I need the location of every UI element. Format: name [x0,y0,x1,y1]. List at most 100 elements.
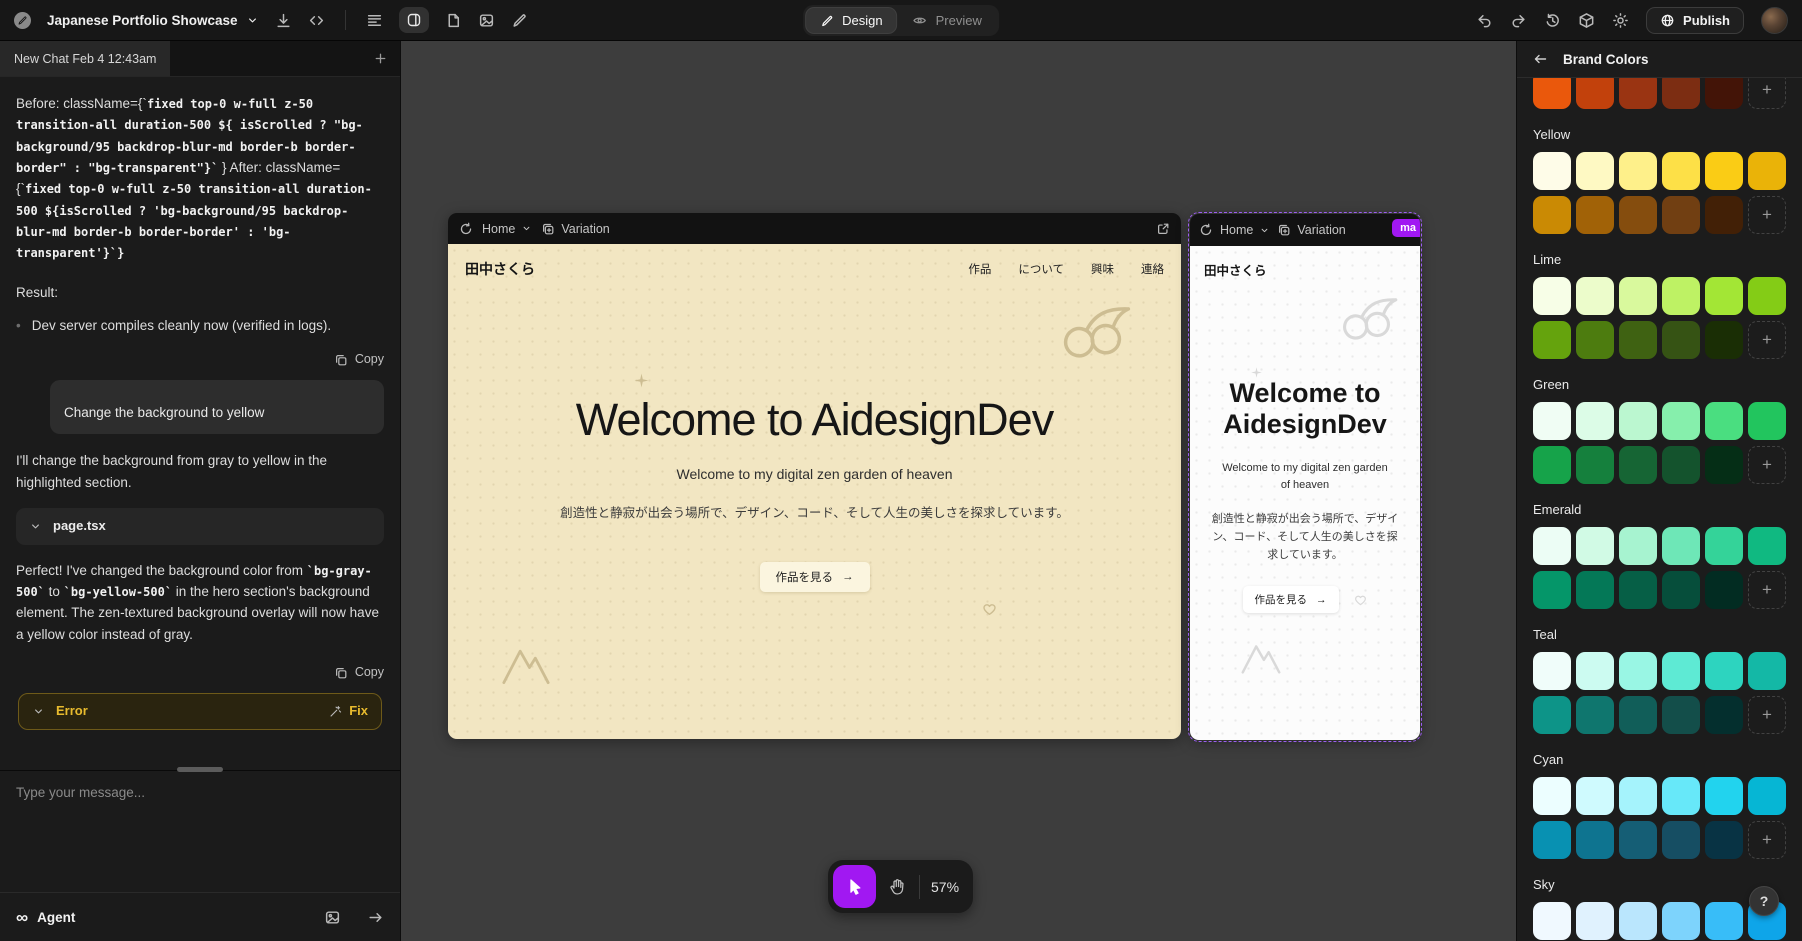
back-arrow-icon[interactable] [1532,51,1548,67]
tab-design[interactable]: Design [806,8,896,33]
color-swatch[interactable] [1576,652,1614,690]
color-swatch[interactable] [1619,78,1657,109]
color-swatch[interactable] [1533,196,1571,234]
color-swatch[interactable] [1662,78,1700,109]
hand-tool-icon[interactable] [887,876,908,897]
color-swatch[interactable] [1619,696,1657,734]
color-swatch[interactable] [1533,152,1571,190]
add-color-button[interactable]: + [1748,196,1786,234]
color-swatch[interactable] [1705,446,1743,484]
color-swatch[interactable] [1576,321,1614,359]
color-swatch[interactable] [1533,446,1571,484]
branch-badge[interactable]: ma [1392,219,1420,237]
copy-button[interactable]: Copy [16,663,384,683]
undo-icon[interactable] [1476,12,1493,29]
color-swatch[interactable] [1533,902,1571,940]
zoom-level[interactable]: 57% [931,879,959,895]
color-swatch[interactable] [1705,402,1743,440]
color-swatch[interactable] [1662,821,1700,859]
image-icon[interactable] [478,12,495,29]
color-swatch[interactable] [1748,277,1786,315]
color-swatch[interactable] [1619,652,1657,690]
color-swatch[interactable] [1705,152,1743,190]
color-swatch[interactable] [1619,902,1657,940]
color-swatch[interactable] [1662,277,1700,315]
color-swatch[interactable] [1576,78,1614,109]
color-swatch[interactable] [1705,527,1743,565]
color-swatch[interactable] [1705,902,1743,940]
color-swatch[interactable] [1576,446,1614,484]
color-swatch[interactable] [1662,152,1700,190]
color-swatch[interactable] [1533,777,1571,815]
code-icon[interactable] [308,12,325,29]
redo-icon[interactable] [1510,12,1527,29]
nav-item-about[interactable]: について [1018,261,1064,277]
add-color-button[interactable]: + [1748,696,1786,734]
nav-item-contact[interactable]: 連絡 [1141,261,1164,277]
color-swatch[interactable] [1619,196,1657,234]
color-swatch[interactable] [1619,777,1657,815]
color-swatch[interactable] [1662,446,1700,484]
chat-tab[interactable]: New Chat Feb 4 12:43am [0,41,170,76]
color-swatch[interactable] [1576,277,1614,315]
color-swatch[interactable] [1533,527,1571,565]
new-chat-plus-icon[interactable] [373,51,388,66]
mobile-frame[interactable]: Home Variation ma 田中さくら Welcome to Aides… [1190,214,1420,740]
agent-mode-button[interactable]: Agent [37,910,75,925]
color-swatch[interactable] [1705,78,1743,109]
color-swatch[interactable] [1576,777,1614,815]
add-color-button[interactable]: + [1748,446,1786,484]
app-logo[interactable] [14,12,31,29]
add-color-button[interactable]: + [1748,78,1786,109]
error-banner[interactable]: Error Fix [18,693,382,730]
file-chip-page-tsx[interactable]: page.tsx [16,508,384,545]
color-swatch[interactable] [1705,777,1743,815]
file-icon[interactable] [445,12,462,29]
attach-image-icon[interactable] [324,909,341,926]
view-works-button[interactable]: 作品を見る → [760,562,870,592]
canvas-tool-button[interactable] [399,7,429,33]
color-swatch[interactable] [1533,652,1571,690]
project-title-menu[interactable]: Japanese Portfolio Showcase [47,13,259,28]
add-color-button[interactable]: + [1748,571,1786,609]
nav-item-interests[interactable]: 興味 [1091,261,1114,277]
color-swatch[interactable] [1533,321,1571,359]
color-swatch[interactable] [1748,527,1786,565]
color-swatch[interactable] [1619,446,1657,484]
fix-button[interactable]: Fix [329,701,368,722]
page-selector[interactable]: Home [482,222,532,236]
color-swatch[interactable] [1619,277,1657,315]
add-color-button[interactable]: + [1748,321,1786,359]
color-swatch[interactable] [1748,152,1786,190]
draw-pencil-icon[interactable] [511,12,528,29]
color-swatch[interactable] [1748,777,1786,815]
add-color-button[interactable]: + [1748,821,1786,859]
color-swatch[interactable] [1748,402,1786,440]
theme-sun-icon[interactable] [1612,12,1629,29]
color-swatch[interactable] [1748,652,1786,690]
color-swatch[interactable] [1576,571,1614,609]
color-swatch[interactable] [1662,196,1700,234]
color-swatch[interactable] [1705,696,1743,734]
color-swatch[interactable] [1576,902,1614,940]
color-swatch[interactable] [1576,402,1614,440]
color-swatch[interactable] [1619,571,1657,609]
user-avatar[interactable] [1761,7,1788,34]
desktop-frame[interactable]: Home Variation 田中さくら 作品 について 興味 連絡 Welco… [448,213,1181,739]
color-swatch[interactable] [1576,527,1614,565]
color-swatch[interactable] [1533,821,1571,859]
color-swatch[interactable] [1533,696,1571,734]
color-swatch[interactable] [1662,777,1700,815]
color-swatch[interactable] [1576,821,1614,859]
variation-button[interactable]: Variation [1277,223,1345,237]
copy-button[interactable]: Copy [16,350,384,370]
variation-button[interactable]: Variation [541,222,609,236]
color-swatch[interactable] [1533,402,1571,440]
color-swatch[interactable] [1576,696,1614,734]
color-swatch[interactable] [1576,196,1614,234]
color-swatch[interactable] [1705,821,1743,859]
layers-list-icon[interactable] [366,12,383,29]
refresh-icon[interactable] [1199,223,1213,237]
color-swatch[interactable] [1533,78,1571,109]
color-swatch[interactable] [1662,321,1700,359]
